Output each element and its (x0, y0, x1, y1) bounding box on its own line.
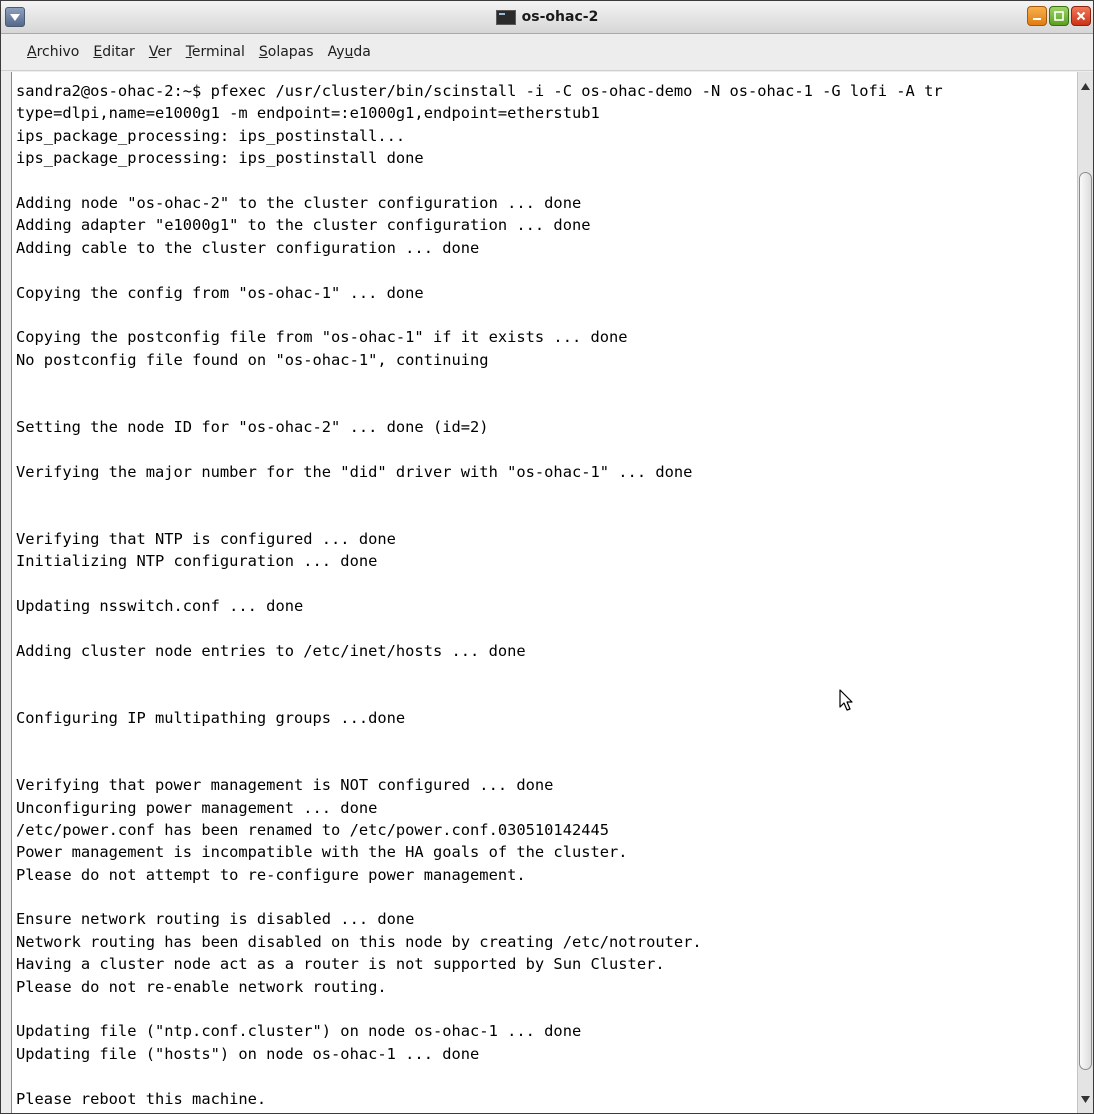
vertical-scrollbar[interactable] (1077, 72, 1093, 1113)
close-button[interactable] (1071, 6, 1091, 26)
menu-solapas[interactable]: Solapas (259, 44, 314, 60)
terminal-line: Copying the config from "os-ohac-1" ... … (16, 283, 424, 302)
menu-terminal[interactable]: Terminal (186, 44, 245, 60)
chevron-down-icon (10, 13, 20, 21)
close-icon (1076, 11, 1086, 21)
menu-editar-label: ditar (102, 44, 135, 60)
menu-archivo-mnemonic: A (27, 44, 37, 60)
terminal-line: type=dlpi,name=e1000g1 -m endpoint=:e100… (16, 104, 600, 123)
terminal-line: Ensure network routing is disabled ... d… (16, 910, 415, 929)
terminal-line: Power management is incompatible with th… (16, 843, 628, 862)
terminal-line: Configuring IP multipathing groups ...do… (16, 708, 406, 727)
terminal-line: Please do not attempt to re-configure po… (16, 865, 526, 884)
terminal-line: Network routing has been disabled on thi… (16, 932, 702, 951)
terminal-line: Verifying that power management is NOT c… (16, 776, 554, 795)
menu-editar[interactable]: Editar (93, 44, 134, 60)
menu-editar-mnemonic: E (93, 44, 103, 60)
scroll-down-button[interactable] (1078, 1091, 1093, 1107)
scroll-up-button[interactable] (1078, 78, 1093, 94)
terminal-line: Verifying that NTP is configured ... don… (16, 529, 396, 548)
terminal-output[interactable]: sandra2@os-ohac-2:~$ pfexec /usr/cluster… (11, 72, 1077, 1113)
terminal-line: Please do not re-enable network routing. (16, 977, 387, 996)
terminal-line: Updating nsswitch.conf ... done (16, 596, 304, 615)
maximize-button[interactable] (1049, 6, 1069, 26)
menu-terminal-label: erminal (191, 44, 245, 60)
terminal-line: Unconfiguring power management ... done (16, 798, 378, 817)
menu-archivo-label: rchivo (36, 44, 80, 60)
terminal-line: Adding cluster node entries to /etc/inet… (16, 641, 526, 660)
terminal-line: Adding cable to the cluster configuratio… (16, 238, 480, 257)
terminal-line: Copying the postconfig file from "os-oha… (16, 328, 628, 347)
window-title: os-ohac-2 (521, 9, 599, 25)
menu-bar: Archivo Editar Ver Terminal Solapas Ayud… (1, 34, 1093, 71)
menu-solapas-label: olapas (267, 44, 314, 60)
terminal-text: sandra2@os-ohac-2:~$ pfexec /usr/cluster… (12, 72, 1077, 1110)
minimize-button[interactable] (1027, 6, 1047, 26)
menu-solapas-mnemonic: S (258, 44, 268, 60)
terminal-line: Adding node "os-ohac-2" to the cluster c… (16, 193, 582, 212)
terminal-line: Updating file ("hosts") on node os-ohac-… (16, 1044, 480, 1063)
title-bar[interactable]: os-ohac-2 (1, 1, 1093, 34)
mouse-pointer-icon (839, 689, 853, 711)
maximize-icon (1054, 11, 1064, 21)
menu-ver-label: er (157, 44, 172, 60)
terminal-line: Initializing NTP configuration ... done (16, 552, 378, 571)
terminal-line: ips_package_processing: ips_postinstall.… (16, 126, 406, 145)
menu-ver[interactable]: Ver (149, 44, 172, 60)
terminal-line: Please reboot this machine. (16, 1089, 267, 1108)
menu-archivo[interactable]: Archivo (27, 44, 79, 60)
scrollbar-thumb[interactable] (1079, 172, 1092, 1070)
menu-ayuda[interactable]: Ayuda (328, 44, 371, 60)
window-menu-button[interactable] (5, 7, 25, 27)
terminal-line: Setting the node ID for "os-ohac-2" ... … (16, 417, 489, 436)
terminal-line: Adding adapter "e1000g1" to the cluster … (16, 216, 591, 235)
terminal-line: ips_package_processing: ips_postinstall … (16, 149, 424, 168)
terminal-line: Having a cluster node act as a router is… (16, 955, 665, 974)
terminal-line: /etc/power.conf has been renamed to /etc… (16, 820, 610, 839)
arrow-up-icon (1081, 82, 1090, 90)
terminal-line: sandra2@os-ohac-2:~$ pfexec /usr/cluster… (16, 82, 943, 100)
terminal-line: Updating file ("ntp.conf.cluster") on no… (16, 1022, 582, 1041)
arrow-down-icon (1081, 1095, 1090, 1103)
minimize-icon (1033, 18, 1041, 20)
menu-ayuda-prefix: Ay (327, 44, 345, 60)
terminal-icon (495, 9, 516, 25)
terminal-line: No postconfig file found on "os-ohac-1",… (16, 350, 489, 369)
terminal-line: Verifying the major number for the "did"… (16, 462, 693, 481)
menu-ayuda-label: da (353, 44, 371, 60)
terminal-window: os-ohac-2 Archivo Editar Ver Terminal So… (0, 0, 1094, 1114)
